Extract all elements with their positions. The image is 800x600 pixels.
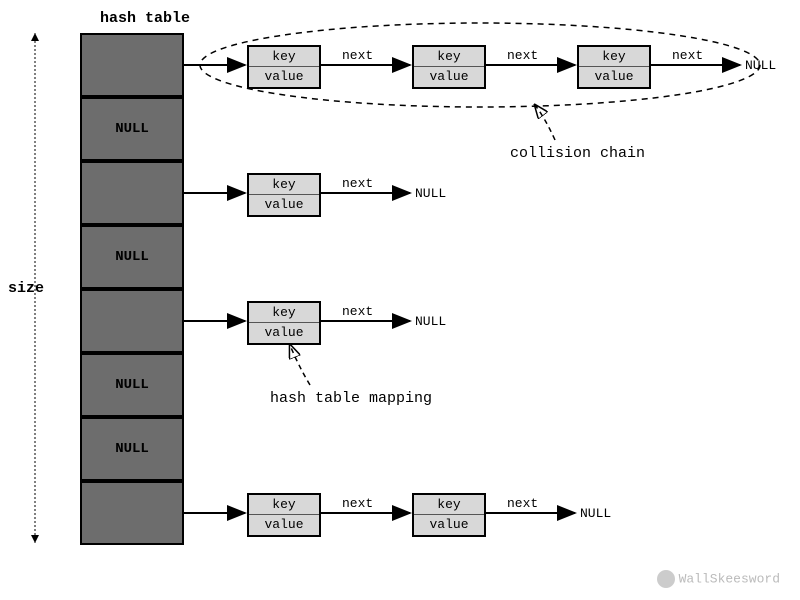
next-label: next: [342, 304, 373, 319]
collision-label: collision chain: [510, 145, 645, 162]
watermark: WallSkeesword: [657, 570, 780, 588]
node: keyvalue: [247, 493, 321, 537]
node: keyvalue: [247, 173, 321, 217]
next-label: next: [342, 496, 373, 511]
bucket: [80, 33, 184, 97]
mapping-label: hash table mapping: [270, 390, 432, 407]
null-terminal: NULL: [415, 186, 446, 201]
next-label: next: [342, 48, 373, 63]
node: keyvalue: [577, 45, 651, 89]
next-label: next: [672, 48, 703, 63]
bucket-null: NULL: [80, 417, 184, 481]
bucket-null: NULL: [80, 97, 184, 161]
title: hash table: [100, 10, 190, 27]
size-label: size: [8, 280, 44, 297]
next-label: next: [507, 48, 538, 63]
bucket: [80, 481, 184, 545]
null-terminal: NULL: [415, 314, 446, 329]
wechat-icon: [657, 570, 675, 588]
node: keyvalue: [247, 301, 321, 345]
next-label: next: [342, 176, 373, 191]
node: keyvalue: [412, 45, 486, 89]
bucket-null: NULL: [80, 353, 184, 417]
bucket: [80, 161, 184, 225]
hash-table-diagram: hash table size NULL NULL NULL NULL keyv…: [0, 0, 800, 600]
next-label: next: [507, 496, 538, 511]
node: keyvalue: [412, 493, 486, 537]
bucket-null: NULL: [80, 225, 184, 289]
null-terminal: NULL: [580, 506, 611, 521]
node: keyvalue: [247, 45, 321, 89]
null-terminal: NULL: [745, 58, 776, 73]
bucket: [80, 289, 184, 353]
